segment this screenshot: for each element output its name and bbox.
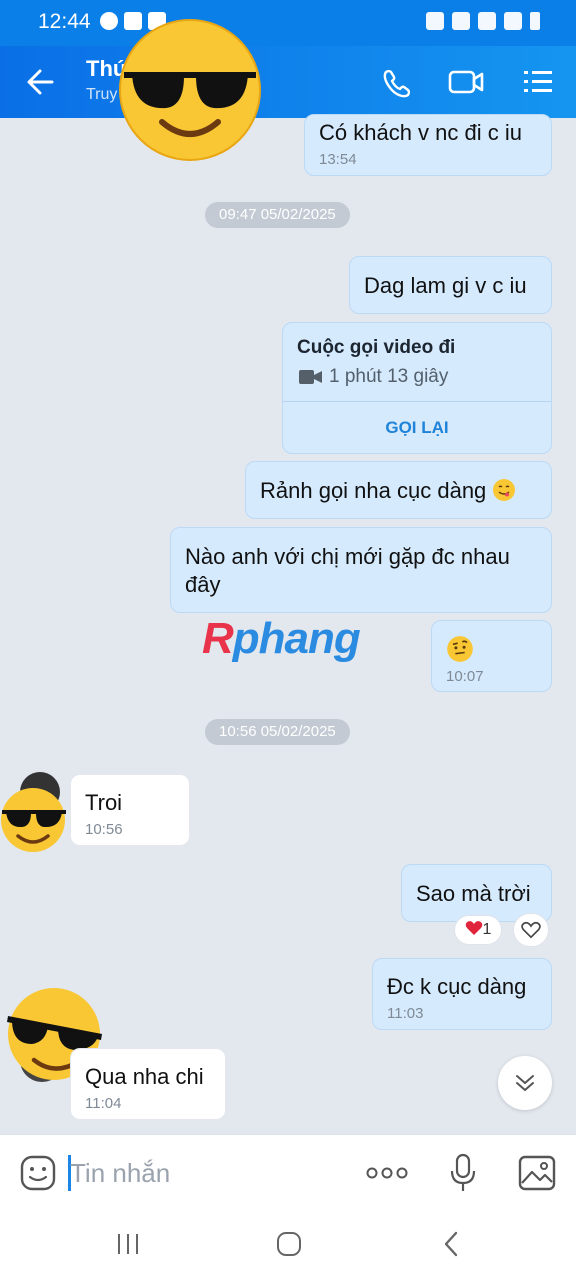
heart-icon	[465, 921, 482, 935]
date-separator: 10:56 05/02/2025	[205, 719, 350, 745]
microphone-icon[interactable]	[449, 1153, 477, 1193]
mute-icon	[452, 12, 470, 30]
battery-icon	[530, 12, 540, 30]
call-title: Cuộc gọi video đi	[297, 337, 456, 358]
message-time: 10:56	[85, 821, 123, 838]
message-text: Có khách v nc đi c iu	[319, 120, 522, 145]
message-text: Sao mà trời	[416, 881, 531, 906]
reaction-badge[interactable]: 1	[454, 915, 502, 945]
sunglasses-emoji-sticker	[119, 19, 261, 161]
message-bubble-outgoing[interactable]: Dag lam gi v c iu	[349, 256, 552, 314]
message-text: Nào anh với chị mới gặp đc nhau đây	[185, 544, 510, 597]
contact-avatar-sunglasses-sticker[interactable]	[0, 772, 70, 852]
message-time: 13:54	[319, 151, 357, 168]
message-text: Dag lam gi v c iu	[364, 273, 527, 298]
message-text-content: Rảnh gọi nha cục dàng	[260, 478, 487, 503]
message-text: Rảnh gọi nha cục dàng	[260, 462, 537, 505]
message-time: 10:07	[446, 668, 484, 685]
call-duration: 1 phút 13 giây	[329, 366, 449, 387]
status-time: 12:44	[38, 10, 91, 33]
home-icon[interactable]	[275, 1230, 303, 1258]
system-navigation-bar	[0, 1210, 576, 1280]
call-back-button[interactable]: GỌI LẠI	[283, 402, 551, 454]
message-bubble-incoming[interactable]: Qua nha chi 11:04	[70, 1048, 226, 1120]
message-bubble-outgoing[interactable]: Nào anh với chị mới gặp đc nhau đây	[170, 527, 552, 613]
message-text: Đc k cục dàng	[387, 974, 527, 999]
double-chevron-down-icon	[516, 1075, 534, 1091]
voice-call-button[interactable]	[376, 64, 416, 100]
message-input[interactable]	[70, 1155, 350, 1191]
video-camera-icon	[299, 370, 322, 384]
emoji-picker-icon[interactable]	[20, 1155, 56, 1191]
message-text: Troi	[85, 790, 123, 815]
phone-icon	[383, 69, 411, 98]
watermark: Rphang	[202, 614, 361, 663]
savoring-face-emoji	[493, 479, 516, 501]
arrow-left-icon	[27, 69, 54, 95]
status-bar: 12:44	[0, 0, 576, 46]
messenger-icon	[100, 12, 118, 30]
message-text: Qua nha chi	[85, 1064, 204, 1089]
video-call-card[interactable]: Cuộc gọi video đi 1 phút 13 giây GỌI LẠI	[282, 322, 552, 454]
alarm-icon	[426, 12, 444, 30]
wifi-icon	[478, 12, 496, 30]
raised-eyebrow-emoji	[447, 636, 473, 662]
list-menu-icon	[524, 71, 552, 92]
message-bubble-outgoing[interactable]: Có khách v nc đi c iu 13:54	[304, 114, 552, 176]
video-camera-icon	[448, 70, 484, 94]
video-call-button[interactable]	[446, 64, 486, 100]
date-separator: 09:47 05/02/2025	[205, 202, 350, 228]
reaction-count: 1	[482, 921, 492, 938]
options-menu-button[interactable]	[520, 64, 560, 100]
signal-icon	[504, 12, 522, 30]
scroll-to-bottom-button[interactable]	[498, 1056, 552, 1110]
contact-status: Truy	[86, 86, 118, 103]
message-bubble-outgoing[interactable]: Rảnh gọi nha cục dàng	[245, 461, 552, 519]
react-button[interactable]	[513, 913, 549, 947]
back-nav-icon[interactable]	[438, 1230, 466, 1258]
back-button[interactable]	[22, 64, 62, 100]
message-input-bar	[0, 1134, 576, 1210]
image-gallery-icon[interactable]	[518, 1155, 556, 1191]
recent-apps-icon[interactable]	[114, 1230, 142, 1258]
message-bubble-outgoing[interactable]: Đc k cục dàng 11:03	[372, 958, 552, 1030]
message-time: 11:04	[85, 1095, 122, 1112]
message-time: 11:03	[387, 1005, 424, 1022]
more-options-icon[interactable]	[364, 1159, 410, 1187]
message-bubble-incoming[interactable]: Troi 10:56	[70, 774, 190, 846]
chat-header: Thú Truy	[0, 46, 576, 118]
heart-outline-icon	[521, 921, 541, 939]
message-bubble-outgoing[interactable]: 10:07	[431, 620, 552, 692]
